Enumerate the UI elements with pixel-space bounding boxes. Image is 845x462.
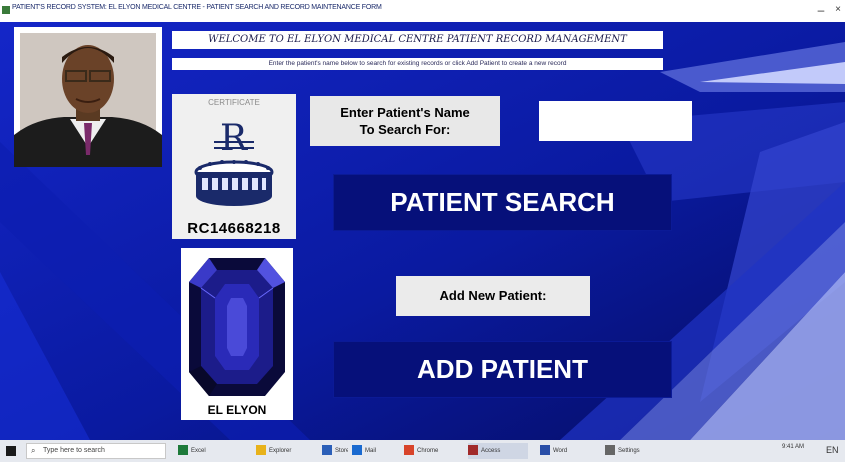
start-button[interactable]	[6, 446, 16, 456]
taskbar-app-label: Explorer	[269, 448, 292, 454]
system-clock[interactable]: 9:41 AM	[782, 443, 804, 451]
certificate-panel: CERTIFICATE R RC14668218	[172, 94, 296, 239]
app-icon	[2, 6, 10, 14]
app-icon	[540, 445, 550, 456]
window-title: PATIENT'S RECORD SYSTEM: EL ELYON MEDICA…	[12, 4, 382, 11]
taskbar-app-word[interactable]: Word	[540, 443, 592, 459]
taskbar-app-label: Store	[335, 448, 348, 454]
app-icon	[468, 445, 478, 456]
instruction-banner: Enter the patient's name below to search…	[172, 58, 663, 70]
windows-taskbar: ⌕ Type here to search 9:41 AM EN Excel Ex…	[0, 440, 845, 462]
app-icon	[352, 445, 362, 456]
registration-emblem-icon: R	[194, 118, 274, 206]
taskbar-app-label: Chrome	[417, 448, 439, 454]
gem-label: EL ELYON	[207, 403, 267, 417]
taskbar-app-label: Excel	[191, 448, 206, 454]
taskbar-search-input[interactable]: ⌕ Type here to search	[26, 443, 166, 459]
welcome-banner: WELCOME TO EL ELYON MEDICAL CENTRE PATIE…	[172, 31, 663, 49]
sapphire-gem-icon	[189, 258, 285, 396]
certificate-title: CERTIFICATE	[208, 98, 260, 107]
taskbar-app-excel[interactable]: Excel	[178, 443, 218, 459]
window-title-bar: PATIENT'S RECORD SYSTEM: EL ELYON MEDICA…	[0, 0, 845, 22]
taskbar-app-label: Mail	[365, 448, 377, 454]
taskbar-app-chrome[interactable]: Chrome	[404, 443, 458, 459]
svg-text:R: R	[220, 118, 248, 159]
patient-search-button[interactable]: PATIENT SEARCH	[333, 174, 672, 231]
app-icon	[605, 445, 615, 456]
taskbar-app-access[interactable]: Access	[468, 443, 528, 459]
taskbar-app-store[interactable]: Store	[322, 443, 348, 459]
add-patient-button[interactable]: ADD PATIENT	[333, 341, 672, 398]
minimize-button[interactable]: –	[814, 2, 828, 18]
taskbar-app-label: Settings	[618, 448, 640, 454]
app-icon	[322, 445, 332, 456]
add-patient-label: Add New Patient:	[396, 276, 590, 316]
taskbar-app-explorer[interactable]: Explorer	[256, 443, 316, 459]
registration-number: RC14668218	[187, 220, 281, 237]
patient-form: WELCOME TO EL ELYON MEDICAL CENTRE PATIE…	[0, 22, 845, 440]
app-icon	[256, 445, 266, 456]
taskbar-app-label: Access	[481, 448, 501, 454]
app-icon	[178, 445, 188, 456]
search-icon: ⌕	[31, 446, 36, 455]
taskbar-app-mail[interactable]: Mail	[352, 443, 378, 459]
search-label: Enter Patient's Name To Search For:	[310, 96, 500, 146]
app-icon	[404, 445, 414, 456]
taskbar-app-settings[interactable]: Settings	[605, 443, 655, 459]
gem-logo-panel: EL ELYON	[181, 248, 293, 420]
patient-name-search-input[interactable]	[539, 101, 692, 141]
taskbar-search-placeholder: Type here to search	[43, 447, 105, 454]
doctor-portrait	[14, 27, 162, 167]
taskbar-app-label: Word	[553, 448, 568, 454]
close-button[interactable]: ×	[832, 2, 844, 18]
language-indicator[interactable]: EN	[826, 445, 839, 455]
